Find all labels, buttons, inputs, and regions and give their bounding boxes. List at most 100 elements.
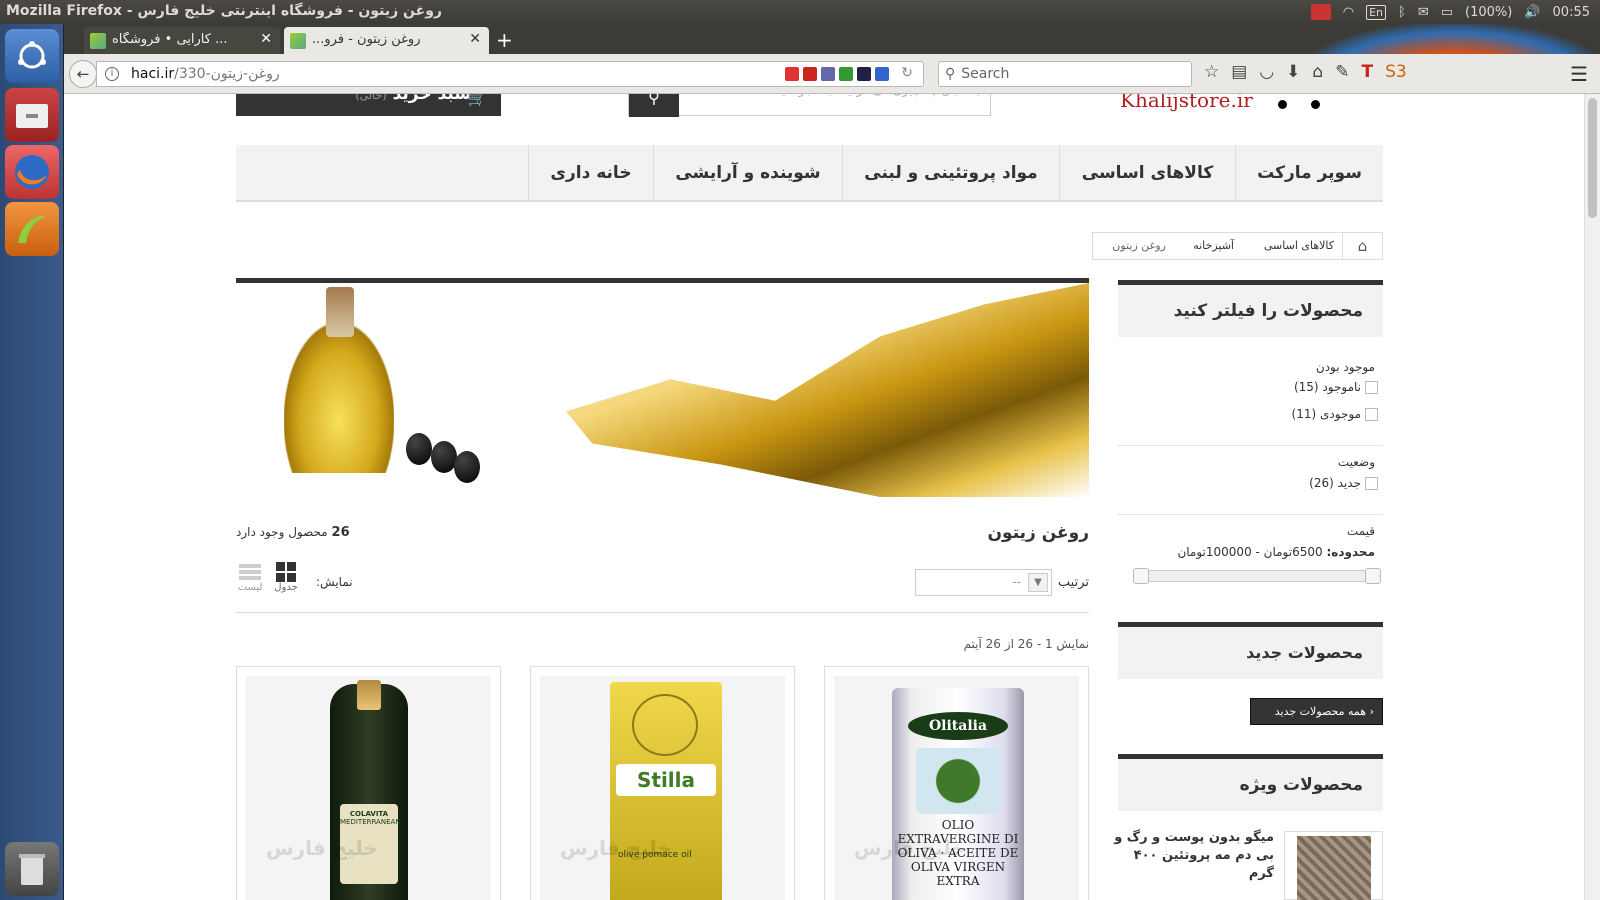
url-bar[interactable]: i haci.ir /330-روغن-زیتون ↻ <box>96 61 924 87</box>
availability-label: موجود بودن <box>1315 360 1375 374</box>
condition-label: وضعیت <box>1337 455 1375 469</box>
colavita-bottle: COLAVITA MEDITERRANEAN <box>330 680 408 900</box>
brand-label: Olitalia <box>908 712 1008 740</box>
tab-active[interactable]: روغن زیتون - فرو... ✕ <box>284 27 489 54</box>
chrome-addon-icon[interactable] <box>839 67 853 81</box>
browser-search-placeholder: Search <box>961 66 1010 82</box>
ubuntu-dash-icon[interactable] <box>5 29 59 83</box>
home-icon[interactable]: ⌂ <box>1342 233 1382 259</box>
filter-in-stock[interactable]: موجودی (11) <box>1118 407 1378 421</box>
category-cleaning-cosmetics[interactable]: شوینده و آرایشی <box>653 145 842 202</box>
product-image[interactable]: Olitalia OLIO EXTRAVERGINE DI OLIVA · AC… <box>834 676 1079 900</box>
tab-title: ... کارایی • فروشگاه <box>112 32 228 47</box>
scrollbar-thumb[interactable] <box>1588 98 1597 218</box>
grid-icon <box>272 562 300 582</box>
site-search-input[interactable]: به دنبال چه چیزی می گردید؛ جستجو کنید <box>685 94 980 115</box>
category-basic-goods[interactable]: کالاهای اساسی <box>1059 145 1235 202</box>
slider-handle-min[interactable] <box>1133 568 1149 584</box>
app-icon[interactable] <box>5 202 59 256</box>
checkbox[interactable] <box>1365 476 1378 490</box>
cart-button[interactable]: 🛒 سبد خرید (خالی) <box>236 94 501 116</box>
category-supermarket[interactable]: سوپر مارکت <box>1235 145 1383 202</box>
category-menu: سوپر مارکت کالاهای اساسی مواد پروتئینی و… <box>236 145 1383 202</box>
files-icon[interactable] <box>5 88 59 142</box>
checkbox[interactable] <box>1365 407 1378 421</box>
firefox-icon[interactable] <box>5 145 59 199</box>
back-button[interactable]: ← <box>69 60 97 88</box>
wifi-icon[interactable]: ◠ <box>1343 5 1354 20</box>
product-card[interactable]: Olitalia OLIO EXTRAVERGINE DI OLIVA · AC… <box>824 666 1089 900</box>
product-image[interactable]: COLAVITA MEDITERRANEAN خلیج فارس <box>246 676 491 900</box>
filter-out-of-stock[interactable]: ناموجود (15) <box>1118 380 1378 394</box>
pen-addon-icon[interactable] <box>785 67 799 81</box>
keyboard-indicator[interactable]: En <box>1366 4 1387 20</box>
indicators: ◠ En ᛒ ✉ ▭ (100%) 🔊 00:55 <box>1310 0 1590 24</box>
grid-view-button[interactable]: جدول <box>272 562 300 593</box>
favicon-icon <box>290 33 306 49</box>
sort-select[interactable]: -- ▼ <box>915 569 1052 596</box>
stilla-can: Stilla olive pomace oil <box>610 682 722 900</box>
button-label: همه محصولات جدید <box>1274 705 1367 718</box>
breadcrumb-item[interactable]: آشپزخانه <box>1193 233 1234 259</box>
special-product-name[interactable]: میگو بدون پوست و رگ و بی دم مه پروتئین ۴… <box>1114 829 1274 883</box>
browser-search-bar[interactable]: ⚲ Search <box>938 61 1192 87</box>
php-addon-icon[interactable] <box>821 67 835 81</box>
bluetooth-icon[interactable]: ᛒ <box>1398 5 1406 20</box>
price-slider[interactable] <box>1133 568 1381 584</box>
addon-pen-icon[interactable]: ✎ <box>1335 62 1349 82</box>
download-icon[interactable]: ⬇ <box>1286 62 1300 82</box>
divider <box>1118 514 1383 515</box>
home-icon[interactable]: ⌂ <box>1312 62 1323 82</box>
category-protein-dairy[interactable]: مواد پروتئینی و لبنی <box>842 145 1059 202</box>
site-search-button[interactable]: ⚲ <box>629 94 679 117</box>
trash-icon[interactable] <box>5 842 59 896</box>
battery-icon[interactable]: ▭ <box>1441 5 1453 20</box>
special-product-image[interactable] <box>1284 831 1383 900</box>
hamburger-menu-icon[interactable]: ☰ <box>1570 62 1588 86</box>
breadcrumb-item[interactable]: کالاهای اساسی <box>1264 233 1334 259</box>
list-view-button[interactable]: لیست <box>236 562 264 593</box>
info-icon[interactable]: i <box>105 67 119 81</box>
product-card[interactable]: COLAVITA MEDITERRANEAN خلیج فارس <box>236 666 501 900</box>
grid-view-label: جدول <box>274 582 298 593</box>
battery-percent[interactable]: (100%) <box>1465 5 1512 20</box>
filter-option-label: ناموجود (15) <box>1293 380 1361 394</box>
search-icon: ⚲ <box>945 66 956 82</box>
bookmark-star-icon[interactable]: ☆ <box>1204 62 1219 82</box>
flash-addon-icon[interactable] <box>803 67 817 81</box>
view-label: نمایش: <box>316 575 353 589</box>
moon-addon-icon[interactable] <box>875 67 889 81</box>
special-products-heading: محصولات ویژه <box>1118 754 1383 811</box>
product-image[interactable]: Stilla olive pomace oil خلیج فارس <box>540 676 785 900</box>
volume-icon[interactable]: 🔊 <box>1524 5 1540 20</box>
product-card[interactable]: Stilla olive pomace oil خلیج فارس <box>530 666 795 900</box>
oil-splash-image <box>566 283 1089 497</box>
addon-t-icon[interactable]: T <box>1361 62 1373 82</box>
olive-oil-jug-image <box>284 323 394 473</box>
mail-icon[interactable]: ✉ <box>1418 5 1429 20</box>
network-alert-icon[interactable] <box>1310 4 1331 20</box>
olitalia-can: Olitalia OLIO EXTRAVERGINE DI OLIVA · AC… <box>892 688 1024 900</box>
tab-inactive[interactable]: ... کارایی • فروشگاه ✕ <box>84 27 280 54</box>
price-label: قیمت <box>1346 524 1375 538</box>
slider-handle-max[interactable] <box>1365 568 1381 584</box>
reading-list-icon[interactable]: ▤ <box>1231 62 1247 82</box>
brand-label: Stilla <box>616 764 716 796</box>
product-count-number: 26 <box>331 525 350 540</box>
nav-bar: ← i haci.ir /330-روغن-زیتون ↻ ⚲ Search ☆… <box>64 54 1600 94</box>
filter-new[interactable]: جدید (26) <box>1118 476 1378 490</box>
clock[interactable]: 00:55 <box>1553 5 1590 20</box>
bold-addon-icon[interactable] <box>857 67 871 81</box>
pocket-icon[interactable]: ◡ <box>1259 62 1274 82</box>
all-new-products-button[interactable]: ‹ همه محصولات جدید <box>1250 698 1383 725</box>
web-page: 🛒 سبد خرید (خالی) ⚲ به دنبال چه چیزی می … <box>64 94 1584 900</box>
close-tab-icon[interactable]: ✕ <box>469 31 481 47</box>
new-tab-button[interactable]: + <box>496 28 513 52</box>
site-logo[interactable]: Khalijstore.ir <box>1120 94 1253 112</box>
close-tab-icon[interactable]: ✕ <box>260 31 272 47</box>
addon-s3-icon[interactable]: S3 <box>1385 62 1407 82</box>
page-scrollbar[interactable] <box>1584 94 1600 900</box>
reload-icon[interactable]: ↻ <box>901 65 913 81</box>
category-housekeeping[interactable]: خانه داری <box>528 145 653 202</box>
checkbox[interactable] <box>1365 380 1378 394</box>
